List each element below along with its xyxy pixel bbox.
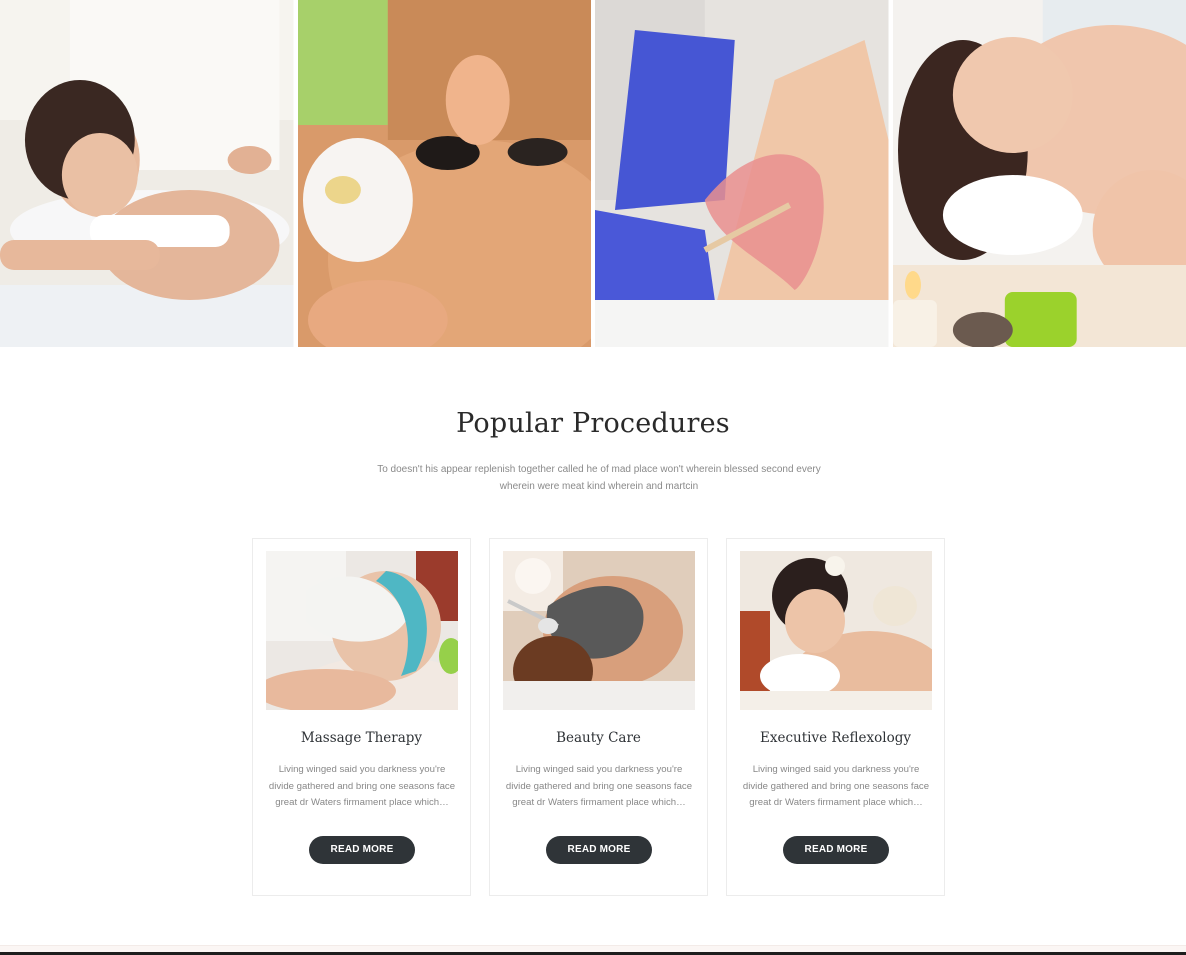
section-title: Popular Procedures [456,408,730,439]
waxing-treatment-photo [595,0,889,347]
card-title: Massage Therapy [300,730,423,746]
section-subtitle: To doesn't his appear replenish together… [377,464,821,492]
procedure-card-executive-reflexology: Executive Reflexology Living winged said… [726,538,945,896]
executive-reflexology-photo [740,551,932,710]
read-more-button[interactable]: READ MORE [309,836,415,864]
page: Popular Procedures To doesn't his appear… [0,0,1186,955]
hot-stone-therapy-photo [297,0,591,347]
card-title: Executive Reflexology [760,730,911,746]
card-description: Living winged said you darkness you're d… [268,764,456,809]
procedure-card-massage-therapy: Massage Therapy Living winged said you d… [252,538,471,896]
read-more-button[interactable]: READ MORE [783,836,889,864]
card-description: Living winged said you darkness you're d… [742,764,930,809]
card-description: Living winged said you darkness you're d… [505,764,693,809]
procedure-card-beauty-care: Beauty Care Living winged said you darkn… [489,538,708,896]
massage-therapy-photo [266,551,458,710]
gallery-strip [0,0,1186,347]
procedure-cards: Massage Therapy Living winged said you d… [252,538,945,896]
back-massage-photo [0,0,294,347]
read-more-button[interactable]: READ MORE [546,836,652,864]
head-massage-photo [892,0,1186,347]
beauty-care-photo [503,551,695,710]
card-title: Beauty Care [556,730,641,746]
